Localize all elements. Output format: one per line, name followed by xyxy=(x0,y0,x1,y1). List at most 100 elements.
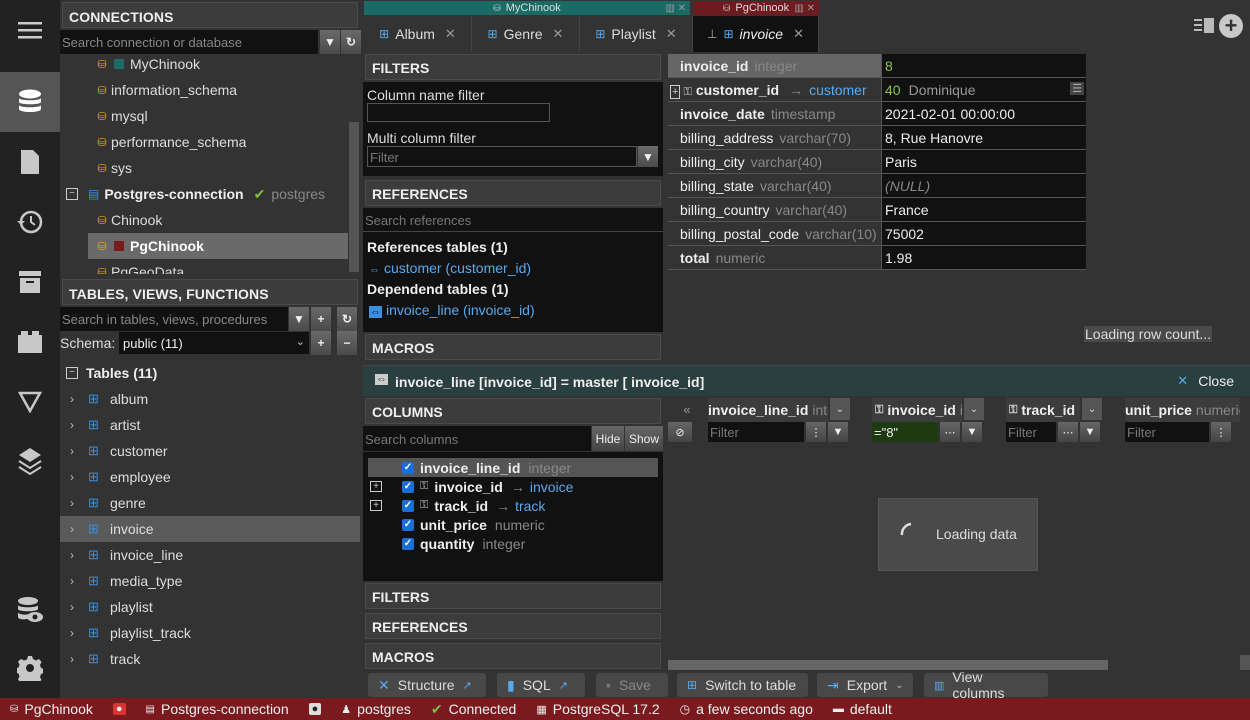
add-table-button[interactable]: + xyxy=(310,307,331,331)
chevron-right-icon[interactable]: › xyxy=(66,652,78,666)
filter-options-button[interactable]: ⋮ xyxy=(1211,422,1231,442)
expand-icon[interactable]: + xyxy=(370,500,382,511)
table-item-employee[interactable]: › ⊞ employee xyxy=(60,464,360,490)
lookup-icon[interactable]: ☰ xyxy=(1070,82,1084,95)
field-value-cell[interactable]: 40 Dominique ☰ xyxy=(881,78,1086,101)
column-checkbox[interactable]: ✓ xyxy=(402,480,414,493)
export-button[interactable]: ⇥ Export ⌄ xyxy=(817,673,913,697)
sql-button[interactable]: ▮ SQL ↗ xyxy=(497,673,585,697)
apply-filter-button[interactable]: ▼ xyxy=(1080,422,1100,442)
reference-link-customer[interactable]: ⇔ customer (customer_id) xyxy=(369,260,531,276)
column-item-invoice-id[interactable]: + ✓ ⚿ invoice_id → invoice xyxy=(368,477,658,496)
detail-close-button[interactable]: ✕ Close xyxy=(1177,373,1234,389)
column-menu-button[interactable]: ⌄ xyxy=(1082,398,1102,420)
column-fk-link[interactable]: invoice xyxy=(530,479,574,495)
connection-search-input[interactable]: Search connection or database xyxy=(60,30,318,54)
expand-icon[interactable]: + xyxy=(370,481,382,492)
table-item-playlist[interactable]: › ⊞ playlist xyxy=(60,594,360,620)
collapse-icon[interactable]: − xyxy=(66,188,78,200)
tab-playlist[interactable]: ⊞ Playlist ✕ xyxy=(580,16,693,52)
database-watch-button[interactable] xyxy=(0,580,60,640)
dependent-link-invoice-line[interactable]: ⇔ invoice_line (invoice_id) xyxy=(369,302,535,318)
chevron-right-icon[interactable]: › xyxy=(66,496,78,510)
table-item-invoice-line[interactable]: › ⊞ invoice_line xyxy=(60,542,360,568)
table-item-track[interactable]: › ⊞ track xyxy=(60,646,360,672)
tree-item-mysql[interactable]: ⛁ mysql xyxy=(60,103,348,129)
history-button[interactable] xyxy=(0,192,60,252)
chevron-right-icon[interactable]: › xyxy=(66,444,78,458)
columns-header[interactable]: COLUMNS xyxy=(365,398,661,424)
tree-item-performance-schema[interactable]: ⛁ performance_schema xyxy=(60,129,348,155)
tab-genre[interactable]: ⊞ Genre ✕ xyxy=(472,16,580,52)
schema-select[interactable]: public (11) ⌄ xyxy=(119,332,309,354)
layout-toggle-button[interactable] xyxy=(1194,17,1216,35)
close-icon[interactable]: ✕ xyxy=(666,26,677,42)
layers-button[interactable] xyxy=(0,432,60,492)
table-item-artist[interactable]: › ⊞ artist xyxy=(60,412,360,438)
tree-item-postgres-connection[interactable]: − ▤ Postgres-connection ✔ postgres xyxy=(60,181,348,207)
chevron-right-icon[interactable]: › xyxy=(66,522,78,536)
tree-item-mychinook[interactable]: ⛁ MyChinook xyxy=(60,54,348,77)
chevron-right-icon[interactable]: › xyxy=(66,470,78,484)
multi-column-filter-input[interactable]: Filter xyxy=(367,146,637,167)
chevron-right-icon[interactable]: › xyxy=(66,548,78,562)
chevron-right-icon[interactable]: › xyxy=(66,418,78,432)
field-value-cell[interactable]: (NULL) xyxy=(881,174,1086,197)
status-database[interactable]: ⛁ PgChinook xyxy=(10,701,93,717)
grid-filter-input-unit-price[interactable]: Filter xyxy=(1125,422,1209,442)
save-button[interactable]: ▪ Save xyxy=(596,673,668,697)
column-item-unit-price[interactable]: ✓ unit_price numeric xyxy=(368,515,658,534)
table-item-customer[interactable]: › ⊞ customer xyxy=(60,438,360,464)
tabgroup-close-icon[interactable]: ▥ ✕ xyxy=(794,3,815,14)
filter-button[interactable] xyxy=(0,372,60,432)
close-icon[interactable]: ✕ xyxy=(553,26,564,42)
column-checkbox[interactable]: ✓ xyxy=(402,499,414,512)
tree-item-information-schema[interactable]: ⛁ information_schema xyxy=(60,77,348,103)
tables-search-input[interactable]: Search in tables, views, procedures xyxy=(60,307,288,331)
detail-filters-header[interactable]: FILTERS xyxy=(365,583,661,609)
detail-references-header[interactable]: REFERENCES xyxy=(365,613,661,639)
grid-horizontal-scrollbar[interactable] xyxy=(668,660,1108,670)
grid-column-header-track-id[interactable]: ⚿track_idinteger xyxy=(1006,398,1080,422)
grid-column-header-invoice-id[interactable]: ⚿invoice_idinteger xyxy=(872,398,962,422)
status-connection[interactable]: ▤ Postgres-connection xyxy=(146,701,289,717)
grid-vertical-scrollbar[interactable] xyxy=(1240,655,1250,670)
table-item-playlist-track[interactable]: › ⊞ playlist_track xyxy=(60,620,360,646)
field-value-cell[interactable]: 2021-02-01 00:00:00 xyxy=(881,102,1086,125)
close-icon[interactable]: ✕ xyxy=(445,26,456,42)
chevron-right-icon[interactable]: › xyxy=(66,574,78,588)
column-checkbox[interactable]: ✓ xyxy=(402,518,414,531)
table-item-media-type[interactable]: › ⊞ media_type xyxy=(60,568,360,594)
column-checkbox[interactable]: ✓ xyxy=(402,461,414,474)
remove-schema-button[interactable]: − xyxy=(336,331,357,355)
plugins-button[interactable] xyxy=(0,312,60,372)
pin-icon[interactable]: ⊥ xyxy=(707,27,717,41)
tree-item-sys[interactable]: ⛁ sys xyxy=(60,155,348,181)
column-menu-button[interactable]: ⌄ xyxy=(964,398,984,420)
tree-item-pggeodata[interactable]: ⛁ PgGeoData xyxy=(60,259,348,274)
column-name-filter-input[interactable] xyxy=(367,103,550,122)
grid-filter-input-invoice-line-id[interactable]: Filter xyxy=(708,422,804,442)
menu-button[interactable] xyxy=(0,0,60,60)
tabgroup-close-icon[interactable]: ▥ ✕ xyxy=(665,3,686,14)
apply-filter-button[interactable]: ▼ xyxy=(828,422,848,442)
filter-options-button[interactable]: ⋯ xyxy=(1058,422,1078,442)
expand-icon[interactable]: + xyxy=(670,85,681,99)
close-icon[interactable]: ✕ xyxy=(793,26,804,42)
clear-filters-button[interactable]: ⊘ xyxy=(668,422,692,442)
tabgroup-mychinook[interactable]: ⛁ MyChinook ▥ ✕ xyxy=(364,1,690,15)
grid-filter-input-track-id[interactable]: Filter xyxy=(1006,422,1056,442)
field-fk-link[interactable]: customer xyxy=(809,82,867,98)
column-item-invoice-line-id[interactable]: ✓ invoice_line_id integer xyxy=(368,458,658,477)
table-item-album[interactable]: › ⊞ album xyxy=(60,386,360,412)
tabgroup-pgchinook[interactable]: ⛁ PgChinook ▥ ✕ xyxy=(693,1,819,15)
connections-button[interactable] xyxy=(0,72,60,132)
tables-refresh-button[interactable]: ↻ xyxy=(336,307,357,331)
tables-filter-button[interactable]: ▼ xyxy=(288,307,309,331)
references-search-input[interactable]: Search references xyxy=(363,208,663,232)
status-elephant-conn[interactable]: ● xyxy=(308,703,322,715)
view-columns-button[interactable]: ▥ View columns xyxy=(924,669,1048,701)
grid-filter-input-invoice-id[interactable]: ="8" xyxy=(872,422,938,442)
tree-item-pgchinook[interactable]: ⛁ PgChinook xyxy=(88,233,348,259)
grid-column-header-unit-price[interactable]: unit_pricenumeric xyxy=(1125,398,1240,422)
